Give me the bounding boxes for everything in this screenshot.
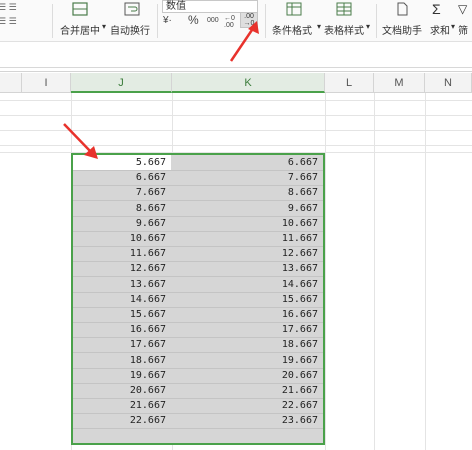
- chevron-down-icon[interactable]: ▾: [451, 22, 455, 31]
- table-style-label: 表格样式: [324, 26, 364, 37]
- filter-icon: ▽: [458, 2, 468, 16]
- wrap-text-label: 自动换行: [110, 26, 150, 37]
- cell-k-value[interactable]: 15.667: [172, 292, 318, 307]
- currency-format-icon[interactable]: ¥·: [163, 15, 172, 26]
- cell-j-value[interactable]: 9.667: [73, 216, 166, 231]
- cell-k-value[interactable]: 18.667: [172, 337, 318, 352]
- cell-j-value[interactable]: 14.667: [73, 292, 166, 307]
- chevron-down-icon[interactable]: ▾: [366, 22, 370, 31]
- cell-j-value[interactable]: 12.667: [73, 261, 166, 276]
- cell-k-value[interactable]: 23.667: [172, 413, 318, 428]
- cell-j-value[interactable]: 16.667: [73, 322, 166, 337]
- cell-j-value[interactable]: 6.667: [73, 170, 166, 185]
- cell-j-value[interactable]: 10.667: [73, 231, 166, 246]
- annotation-arrow-cell-icon: [63, 123, 98, 159]
- cell-k-value[interactable]: 17.667: [172, 322, 318, 337]
- sum-label: 求和: [430, 26, 450, 37]
- document-icon: [397, 2, 408, 16]
- chevron-down-icon[interactable]: ▾: [317, 22, 321, 31]
- percent-button[interactable]: %: [188, 13, 199, 27]
- cell-k-value[interactable]: 20.667: [172, 368, 318, 383]
- cell-j-value[interactable]: 7.667: [73, 185, 166, 200]
- cell-k-value[interactable]: 9.667: [172, 201, 318, 216]
- row-divider: [73, 428, 323, 430]
- conditional-format-label: 条件格式: [272, 26, 312, 37]
- cell-k-value[interactable]: 21.667: [172, 383, 318, 398]
- cell-j-value[interactable]: 18.667: [73, 353, 166, 368]
- sigma-icon: Σ: [432, 1, 441, 17]
- cell-k-value[interactable]: 7.667: [172, 170, 318, 185]
- annotation-arrow-top-icon: [229, 21, 259, 62]
- divider: [265, 4, 266, 38]
- cell-j-value[interactable]: 17.667: [73, 337, 166, 352]
- cell-k-value[interactable]: 19.667: [172, 353, 318, 368]
- cell-j-value[interactable]: 8.667: [73, 201, 166, 216]
- column-header-m[interactable]: M: [374, 73, 425, 93]
- column-header-i[interactable]: I: [22, 73, 71, 93]
- row-header-corner[interactable]: [0, 73, 22, 93]
- cell-k-value[interactable]: 22.667: [172, 398, 318, 413]
- cell-k-value[interactable]: 11.667: [172, 231, 318, 246]
- column-header-l[interactable]: L: [325, 73, 374, 93]
- cell-j-value[interactable]: 11.667: [73, 246, 166, 261]
- grid-line: [0, 100, 472, 101]
- merge-center-label: 合并居中: [60, 26, 100, 37]
- cell-k-value[interactable]: 14.667: [172, 277, 318, 292]
- cell-k-value[interactable]: 16.667: [172, 307, 318, 322]
- cell-k-value[interactable]: 8.667: [172, 185, 318, 200]
- cell-j-value[interactable]: 15.667: [73, 307, 166, 322]
- cell-j-value[interactable]: 21.667: [73, 398, 166, 413]
- align-icons[interactable]: ☰ ☰: [0, 2, 17, 13]
- merge-cells-icon: [72, 2, 88, 16]
- chevron-down-icon[interactable]: ▾: [102, 22, 106, 31]
- thousands-separator-button[interactable]: 000: [207, 17, 219, 24]
- column-header-n[interactable]: N: [425, 73, 472, 93]
- indent-icons[interactable]: ☰ ☰: [0, 16, 17, 27]
- cell-j-value[interactable]: 20.667: [73, 383, 166, 398]
- grid-line: [0, 115, 472, 116]
- divider: [52, 4, 53, 38]
- grid-line: [325, 93, 326, 450]
- cell-k-value[interactable]: 10.667: [172, 216, 318, 231]
- table-style-icon: [336, 2, 352, 16]
- column-header-j[interactable]: J: [71, 73, 172, 93]
- cell-j-value[interactable]: 13.667: [73, 277, 166, 292]
- divider: [376, 4, 377, 38]
- wrap-text-icon: [124, 2, 140, 16]
- cell-k-value[interactable]: 13.667: [172, 261, 318, 276]
- column-header-k[interactable]: K: [172, 73, 325, 93]
- cell-k-value[interactable]: 12.667: [172, 246, 318, 261]
- conditional-format-icon: [286, 2, 302, 16]
- grid-line: [374, 93, 375, 450]
- cell-j-value[interactable]: 22.667: [73, 413, 166, 428]
- formula-bar-border: [0, 68, 472, 72]
- cell-j-value[interactable]: 19.667: [73, 368, 166, 383]
- grid-line: [425, 93, 426, 450]
- divider: [157, 4, 158, 38]
- filter-label: 筛: [458, 26, 468, 37]
- doc-helper-label: 文档助手: [382, 26, 422, 37]
- cell-k-value[interactable]: 6.667: [172, 155, 318, 170]
